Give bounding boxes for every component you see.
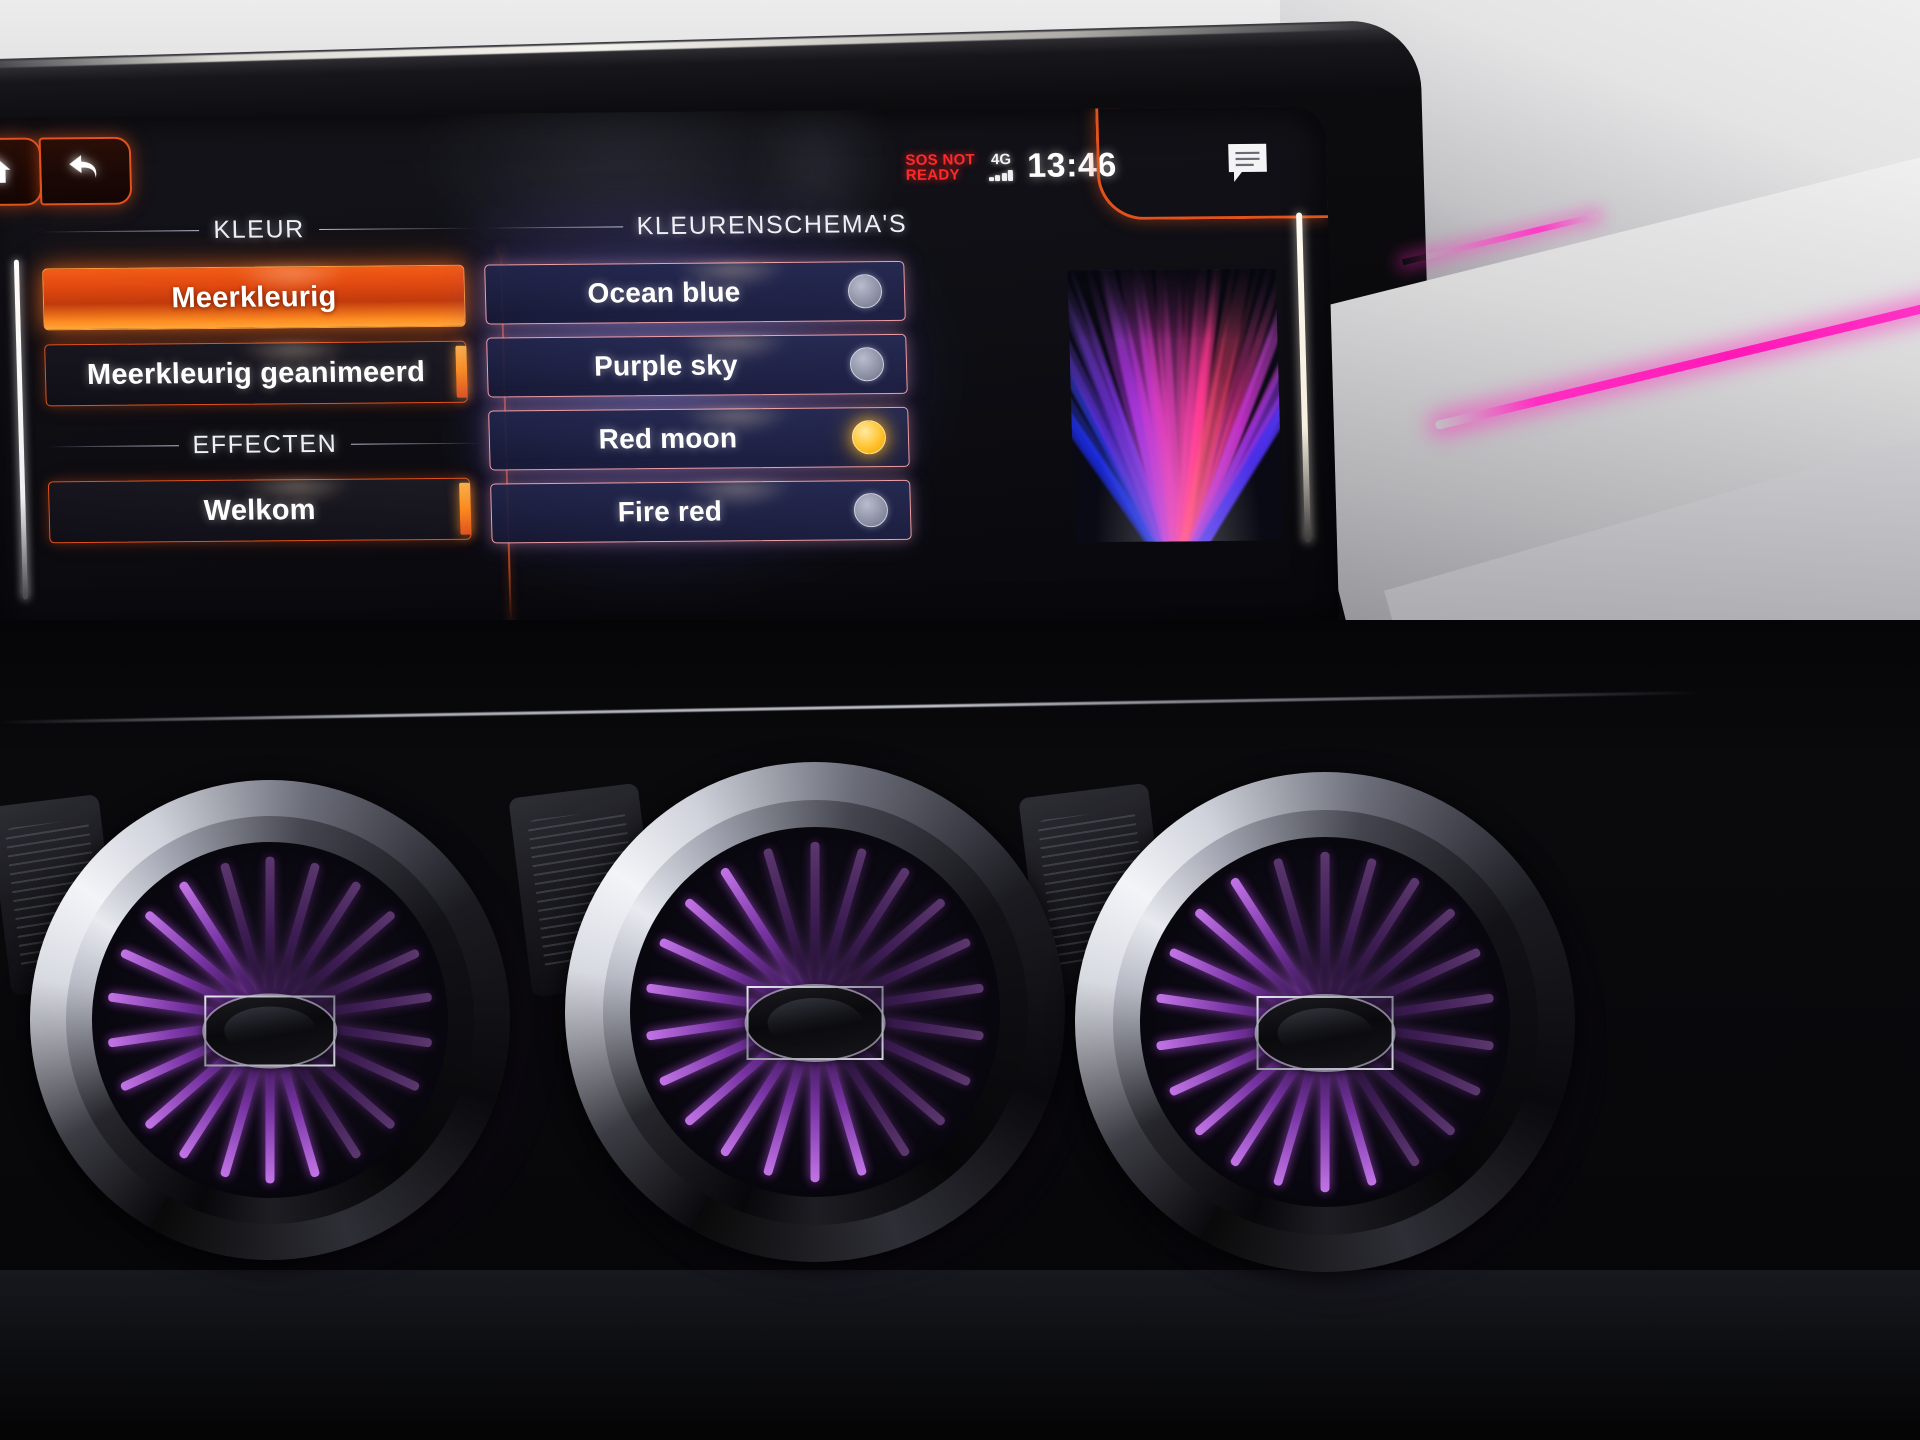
screenshot-stage: SOS NOT READY 4G 13:46 KLEUR Meerkleurig…	[0, 0, 1920, 1440]
dashboard-gloss	[0, 1270, 1920, 1440]
color-section-title: KLEUR	[213, 215, 305, 245]
air-vent-center[interactable]	[565, 762, 1065, 1262]
scheme-option-label: Red moon	[489, 421, 846, 456]
scheme-option-label: Ocean blue	[486, 275, 843, 310]
scheme-radio-button[interactable]	[848, 274, 883, 308]
scheme-option-label: Purple sky	[488, 348, 845, 383]
settings-content: KLEUR Meerkleurig Meerkleurig geanimeerd	[7, 206, 1327, 629]
color-option-meerkleurig[interactable]: Meerkleurig	[42, 265, 466, 331]
header-rule-left	[47, 445, 179, 448]
color-scheme-column: KLEURENSCHEMA'S Ocean blue Purple sky Re…	[477, 206, 1327, 625]
ambient-light-preview	[1068, 269, 1283, 543]
scheme-list: KLEURENSCHEMA'S Ocean blue Purple sky Re…	[477, 210, 918, 626]
sos-status: SOS NOT READY	[905, 152, 975, 183]
effects-section-title: EFFECTEN	[192, 430, 338, 460]
header-rule-right	[319, 227, 477, 230]
infotainment-display: SOS NOT READY 4G 13:46 KLEUR Meerkleurig…	[0, 106, 1339, 638]
header-rule-left	[41, 230, 199, 233]
vent-center-gloss	[767, 998, 863, 1048]
display-glass: SOS NOT READY 4G 13:46 KLEUR Meerkleurig…	[0, 106, 1339, 638]
color-option-meerkleurig-geanimeerd[interactable]: Meerkleurig geanimeerd	[44, 341, 468, 407]
sos-line-1: SOS NOT	[905, 152, 975, 168]
left-scrollbar[interactable]	[14, 260, 28, 600]
home-icon	[0, 153, 13, 190]
status-bar: SOS NOT READY 4G 13:46	[905, 146, 1117, 187]
scheme-option-red-moon[interactable]: Red moon	[488, 407, 910, 471]
color-section-header: KLEUR	[7, 214, 478, 247]
scheme-section-title: KLEURENSCHEMA'S	[636, 210, 907, 241]
signal-bars-icon	[988, 168, 1014, 180]
vent-center-gloss	[1277, 1008, 1373, 1058]
network-type-label: 4G	[991, 152, 1011, 166]
air-vent-right[interactable]	[1075, 772, 1575, 1272]
scheme-section-header: KLEURENSCHEMA'S	[477, 210, 908, 243]
back-button[interactable]	[39, 137, 133, 206]
effects-section-header: EFFECTEN	[13, 429, 484, 462]
vent-bowl	[1140, 837, 1510, 1207]
vent-center-control[interactable]	[204, 995, 335, 1066]
effect-option-label: Welkom	[203, 494, 316, 528]
effect-option-welkom[interactable]: Welkom	[48, 478, 472, 544]
color-column: KLEUR Meerkleurig Meerkleurig geanimeerd	[7, 214, 488, 630]
message-bubble-icon	[1224, 140, 1271, 189]
nav-button-group	[0, 137, 132, 207]
scheme-option-fire-red[interactable]: Fire red	[490, 480, 912, 544]
scheme-option-ocean-blue[interactable]: Ocean blue	[484, 261, 906, 325]
home-button[interactable]	[0, 137, 42, 206]
sos-line-2: READY	[906, 167, 976, 183]
vent-center-control[interactable]	[747, 986, 884, 1060]
scheme-radio-button-selected[interactable]	[851, 420, 886, 454]
color-option-label: Meerkleurig	[171, 280, 337, 314]
row-accent-tab	[455, 346, 467, 398]
air-vent-left[interactable]	[30, 780, 510, 1260]
header-rule-right	[351, 442, 483, 445]
header-rule-left	[485, 226, 623, 229]
scheme-option-label: Fire red	[491, 494, 848, 529]
back-arrow-icon	[65, 151, 106, 190]
messages-button[interactable]	[1188, 128, 1308, 201]
vent-bowl	[630, 827, 1000, 1197]
scheme-radio-button[interactable]	[850, 347, 885, 381]
vent-bowl	[92, 842, 447, 1197]
network-indicator: 4G	[988, 152, 1015, 180]
scheme-option-purple-sky[interactable]: Purple sky	[486, 334, 908, 398]
right-scrollbar[interactable]	[1296, 212, 1311, 542]
vent-center-gloss	[224, 1007, 316, 1055]
color-option-label: Meerkleurig geanimeerd	[87, 356, 426, 392]
row-accent-tab	[459, 483, 471, 535]
vent-center-control[interactable]	[1257, 996, 1394, 1070]
scheme-radio-button[interactable]	[853, 493, 888, 527]
